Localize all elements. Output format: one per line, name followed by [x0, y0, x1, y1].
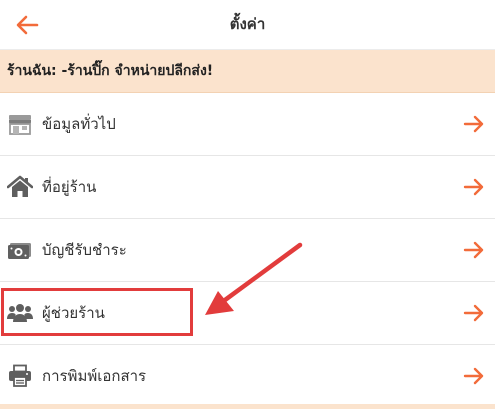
users-icon — [7, 304, 33, 322]
menu-item-shop-assistants[interactable]: ผู้ช่วยร้าน — [0, 282, 495, 345]
arrow-right-icon — [463, 367, 484, 385]
menu-item-payment-accounts[interactable]: บัญชีรับชำระ — [0, 219, 495, 282]
arrow-right-icon — [463, 241, 484, 259]
page-title: ตั้งค่า — [229, 15, 266, 33]
next-section-banner — [0, 404, 495, 409]
top-bar: ตั้งค่า — [0, 0, 495, 50]
menu-item-label: ผู้ช่วยร้าน — [42, 304, 105, 322]
menu-item-shop-address[interactable]: ที่อยู่ร้าน — [0, 156, 495, 219]
shop-name-banner: ร้านฉัน: -ร้านปิ๊ก จำหน่ายปลีกส่ง! — [0, 50, 495, 93]
menu-item-document-printing[interactable]: การพิมพ์เอกสาร — [0, 345, 495, 408]
settings-menu: ข้อมูลทั่วไป ที่อยู่ร้าน บัญชีรับชำระ ผู… — [0, 93, 495, 408]
menu-item-label: การพิมพ์เอกสาร — [42, 367, 147, 385]
home-icon — [7, 175, 33, 197]
shop-name-text: ร้านฉัน: -ร้านปิ๊ก จำหน่ายปลีกส่ง! — [7, 63, 214, 79]
arrow-right-icon — [463, 115, 484, 133]
settings-screen: ตั้งค่า ร้านฉัน: -ร้านปิ๊ก จำหน่ายปลีกส่… — [0, 0, 495, 409]
printer-icon — [9, 364, 31, 387]
store-icon — [9, 115, 31, 135]
menu-item-label: บัญชีรับชำระ — [42, 241, 127, 259]
menu-item-label: ที่อยู่ร้าน — [42, 178, 97, 196]
menu-item-general-info[interactable]: ข้อมูลทั่วไป — [0, 93, 495, 156]
money-icon — [8, 243, 31, 259]
menu-item-label: ข้อมูลทั่วไป — [42, 115, 116, 133]
arrow-right-icon — [463, 178, 484, 196]
arrow-right-icon — [463, 304, 484, 322]
